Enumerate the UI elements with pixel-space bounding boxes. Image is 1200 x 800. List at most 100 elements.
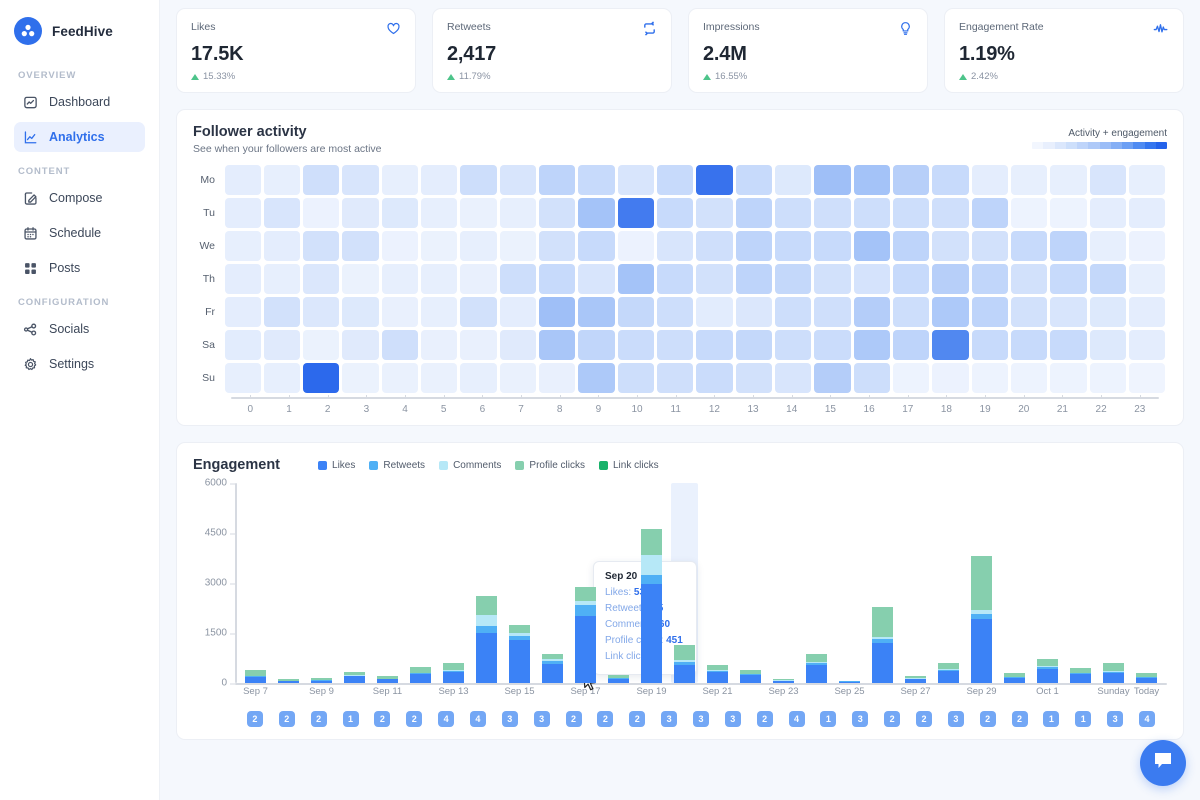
heatmap-cell[interactable]	[814, 297, 850, 327]
heatmap-cell[interactable]	[736, 363, 772, 393]
heatmap-cell[interactable]	[578, 198, 614, 228]
bar-slot[interactable]	[932, 483, 965, 683]
bar-slot[interactable]	[305, 483, 338, 683]
heatmap-cell[interactable]	[1050, 363, 1086, 393]
heatmap-cell[interactable]	[1090, 330, 1126, 360]
stacked-bar[interactable]	[542, 654, 562, 683]
heatmap-cell[interactable]	[500, 330, 536, 360]
heatmap-cell[interactable]	[342, 198, 378, 228]
heatmap-cell[interactable]	[500, 231, 536, 261]
heatmap-cell[interactable]	[264, 330, 300, 360]
stacked-bar[interactable]	[443, 663, 463, 683]
post-count-badge[interactable]: 2	[311, 711, 327, 727]
heatmap-cell[interactable]	[460, 297, 496, 327]
heatmap-cell[interactable]	[578, 363, 614, 393]
bar-slot[interactable]	[470, 483, 503, 683]
heatmap-cell[interactable]	[618, 330, 654, 360]
heatmap-cell[interactable]	[657, 165, 693, 195]
stacked-bar[interactable]	[872, 607, 892, 683]
heatmap-cell[interactable]	[696, 330, 732, 360]
heatmap-cell[interactable]	[539, 231, 575, 261]
heatmap-cell[interactable]	[932, 363, 968, 393]
heatmap-cell[interactable]	[814, 231, 850, 261]
heatmap-cell[interactable]	[775, 165, 811, 195]
heatmap-cell[interactable]	[893, 363, 929, 393]
post-count-badge[interactable]: 3	[534, 711, 550, 727]
heatmap-cell[interactable]	[736, 330, 772, 360]
post-count-badge[interactable]: 1	[1075, 711, 1091, 727]
heatmap-cell[interactable]	[1011, 165, 1047, 195]
heatmap-cell[interactable]	[578, 165, 614, 195]
stacked-bar[interactable]	[1136, 673, 1156, 683]
heatmap-cell[interactable]	[500, 363, 536, 393]
heatmap-cell[interactable]	[460, 231, 496, 261]
heatmap-cell[interactable]	[972, 165, 1008, 195]
heatmap-cell[interactable]	[578, 231, 614, 261]
legend-item[interactable]: Likes	[318, 460, 355, 471]
bar-slot[interactable]	[899, 483, 932, 683]
heatmap-cell[interactable]	[775, 198, 811, 228]
heatmap-cell[interactable]	[303, 231, 339, 261]
stacked-bar[interactable]	[410, 667, 430, 683]
heatmap-cell[interactable]	[1090, 363, 1126, 393]
heatmap-cell[interactable]	[618, 363, 654, 393]
post-count-badge[interactable]: 2	[980, 711, 996, 727]
heatmap-cell[interactable]	[500, 297, 536, 327]
heatmap-cell[interactable]	[854, 363, 890, 393]
heatmap-cell[interactable]	[814, 198, 850, 228]
stacked-bar[interactable]	[1103, 663, 1123, 683]
heatmap-cell[interactable]	[657, 231, 693, 261]
heatmap-cell[interactable]	[578, 264, 614, 294]
bar-slot[interactable]	[1064, 483, 1097, 683]
heatmap-cell[interactable]	[264, 297, 300, 327]
heatmap-cell[interactable]	[1011, 231, 1047, 261]
heatmap-cell[interactable]	[932, 165, 968, 195]
heatmap-cell[interactable]	[539, 264, 575, 294]
heatmap-cell[interactable]	[1129, 363, 1165, 393]
heatmap-cell[interactable]	[618, 264, 654, 294]
heatmap-cell[interactable]	[972, 264, 1008, 294]
heatmap-cell[interactable]	[303, 330, 339, 360]
heatmap-cell[interactable]	[1090, 198, 1126, 228]
heatmap-cell[interactable]	[578, 297, 614, 327]
bar-slot[interactable]	[833, 483, 866, 683]
stacked-bar[interactable]	[1004, 673, 1024, 683]
heatmap-cell[interactable]	[421, 165, 457, 195]
bar-slot[interactable]	[437, 483, 470, 683]
sidebar-item-compose[interactable]: Compose	[14, 183, 145, 213]
bar-slot[interactable]	[767, 483, 800, 683]
heatmap-cell[interactable]	[657, 330, 693, 360]
heatmap-cell[interactable]	[382, 297, 418, 327]
heatmap-cell[interactable]	[893, 330, 929, 360]
heatmap-cell[interactable]	[303, 363, 339, 393]
heatmap-cell[interactable]	[893, 297, 929, 327]
post-count-badge[interactable]: 2	[566, 711, 582, 727]
heatmap-cell[interactable]	[578, 330, 614, 360]
heatmap-cell[interactable]	[460, 165, 496, 195]
bar-slot[interactable]	[1031, 483, 1064, 683]
heatmap-cell[interactable]	[342, 165, 378, 195]
heatmap-cell[interactable]	[460, 264, 496, 294]
bar-slot[interactable]	[734, 483, 767, 683]
heatmap-cell[interactable]	[618, 297, 654, 327]
heatmap-cell[interactable]	[1090, 297, 1126, 327]
heatmap-cell[interactable]	[1090, 264, 1126, 294]
heatmap-cell[interactable]	[1050, 231, 1086, 261]
stacked-bar[interactable]	[971, 556, 991, 683]
bar-slot[interactable]	[800, 483, 833, 683]
post-count-badge[interactable]: 3	[852, 711, 868, 727]
heatmap-cell[interactable]	[657, 264, 693, 294]
post-count-badge[interactable]: 1	[820, 711, 836, 727]
heatmap-cell[interactable]	[460, 198, 496, 228]
heatmap-cell[interactable]	[775, 297, 811, 327]
post-count-badge[interactable]: 4	[1139, 711, 1155, 727]
sidebar-item-schedule[interactable]: Schedule	[14, 218, 145, 248]
bar-slot[interactable]	[998, 483, 1031, 683]
heatmap-cell[interactable]	[303, 297, 339, 327]
stacked-bar[interactable]	[839, 681, 859, 683]
heatmap-cell[interactable]	[264, 264, 300, 294]
heatmap-cell[interactable]	[932, 330, 968, 360]
heatmap-cell[interactable]	[972, 198, 1008, 228]
bar-slot[interactable]	[338, 483, 371, 683]
heatmap-cell[interactable]	[972, 297, 1008, 327]
